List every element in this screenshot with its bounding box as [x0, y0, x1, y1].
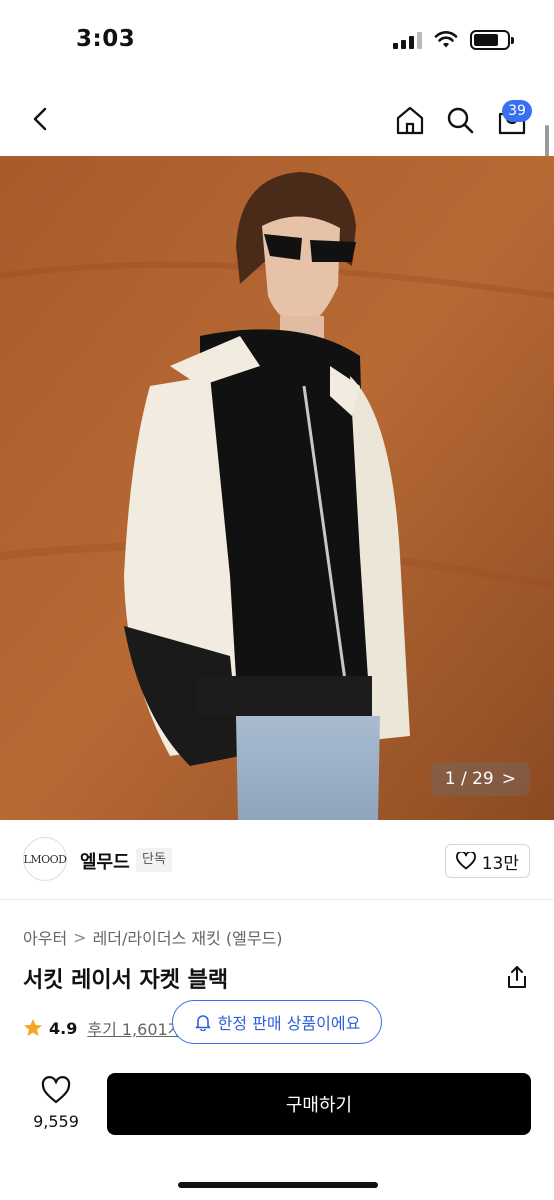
breadcrumb-category[interactable]: 아우터: [23, 925, 67, 949]
rating-row: 4.9 후기 1,601개: [23, 1016, 182, 1040]
status-icons: [393, 30, 514, 50]
share-icon[interactable]: [504, 964, 530, 990]
image-counter[interactable]: 1 / 29 >: [430, 762, 530, 796]
brand-like-button[interactable]: 13만: [444, 844, 530, 878]
rating-value: 4.9: [49, 1018, 78, 1038]
status-time: 3:03: [76, 26, 136, 52]
wishlist-count: 9,559: [33, 1112, 79, 1131]
star-icon: [24, 1019, 42, 1036]
breadcrumb-subcategory[interactable]: 레더/라이더스 재킷 (엘무드): [93, 925, 283, 949]
brand-name[interactable]: 엘무드: [80, 848, 130, 874]
heart-icon: [455, 852, 476, 870]
heart-icon: [41, 1076, 71, 1104]
exclusive-badge: 단독: [136, 848, 172, 872]
brand-like-count: 13만: [481, 853, 519, 874]
review-link[interactable]: 후기 1,601개: [87, 1016, 182, 1040]
chevron-right-icon: >: [501, 769, 516, 789]
search-icon[interactable]: [444, 104, 476, 136]
breadcrumb-separator: >: [73, 927, 87, 947]
wifi-icon: [434, 31, 458, 48]
breadcrumb: 아우터 > 레더/라이더스 재킷 (엘무드): [23, 925, 283, 949]
cart-count-badge: 39: [502, 100, 532, 122]
home-indicator: [178, 1182, 378, 1188]
bell-icon: [195, 1015, 210, 1031]
battery-icon: [470, 30, 514, 50]
nav-bar: 39: [0, 84, 554, 156]
product-image[interactable]: 1 / 29 >: [0, 156, 554, 820]
brand-logo-text: LMOOD: [23, 852, 67, 866]
buy-button[interactable]: 구매하기: [107, 1073, 531, 1135]
home-icon[interactable]: [394, 104, 426, 136]
wishlist-button[interactable]: 9,559: [26, 1076, 86, 1131]
bottom-action-bar: 9,559 구매하기: [0, 1060, 554, 1200]
image-counter-text: 1 / 29: [444, 769, 494, 789]
brand-logo[interactable]: LMOOD: [23, 837, 67, 881]
product-title: 서킷 레이서 자켓 블랙: [23, 968, 229, 993]
status-bar: 3:03: [0, 0, 554, 84]
product-photo: [0, 156, 554, 820]
limited-sale-text: 한정 판매 상품이에요: [217, 1014, 361, 1033]
back-icon[interactable]: [26, 104, 56, 134]
limited-sale-toast[interactable]: 한정 판매 상품이에요: [172, 1000, 382, 1044]
signal-icon: [393, 31, 422, 49]
brand-row: LMOOD 엘무드 단독 13만: [0, 820, 554, 900]
